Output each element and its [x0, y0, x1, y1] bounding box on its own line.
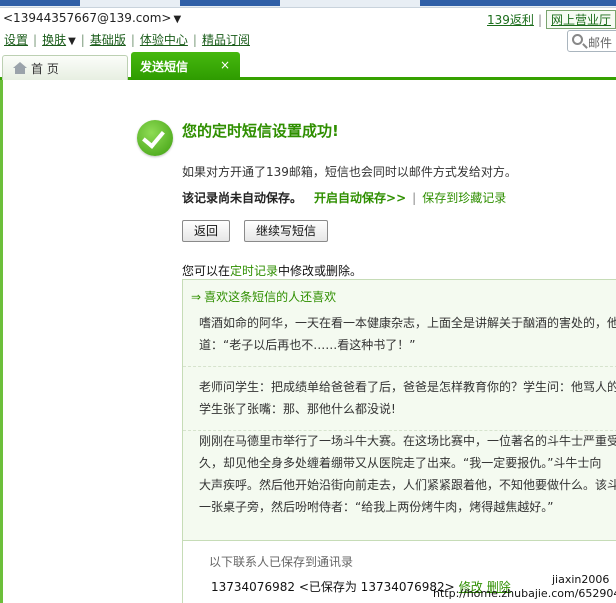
scheduled-records-link[interactable]: 定时记录 [230, 264, 278, 278]
home-icon [13, 62, 27, 74]
continue-writing-button[interactable]: 继续写短信 [244, 220, 328, 242]
caret-down-icon[interactable]: ▼ [68, 36, 76, 47]
link-divider: | [537, 13, 542, 27]
contact-saved-as: <已保存为 13734076982> [298, 580, 455, 594]
tab-home-label: 首 页 [31, 62, 59, 76]
recommended-message[interactable]: 刚刚在马德里市举行了一场斗牛大赛。在这场比赛中，一位著名的斗牛士严重受 久，却见… [199, 430, 616, 518]
top-links: 139返利 | 网上营业厅 [487, 10, 616, 29]
message-line: 道：“老子以后再也不……看这种书了！” [199, 338, 416, 352]
link-divider: | [412, 191, 417, 205]
message-line: 一张桌子旁，然后吩咐侍者：“给我上两份烤牛肉，烤得越焦越好。” [199, 500, 554, 514]
recommended-heading-text: 喜欢这条短信的人还喜欢 [204, 290, 337, 304]
menu-links: 设置 | 换肤 ▼ | 基础版 | 体验中心 | 精品订阅 [4, 31, 250, 48]
search-icon [572, 34, 583, 45]
save-to-favorites-link[interactable]: 保存到珍藏记录 [422, 191, 506, 205]
menu-subscription[interactable]: 精品订阅 [202, 33, 250, 47]
recommended-message[interactable]: 嗜酒如命的阿华，一天在看一本健康杂志，上面全是讲解关于酗酒的害处的，他 道：“老… [199, 312, 616, 356]
not-saved-text: 该记录尚未自动保存。 [182, 191, 303, 205]
tab-send-sms[interactable]: 发送短信 × [131, 52, 240, 80]
main-menu: 设置 | 换肤 ▼ | 基础版 | 体验中心 | 精品订阅 邮件 [0, 30, 616, 52]
mail-search-input[interactable]: 邮件 [567, 30, 616, 52]
menu-divider: | [192, 33, 197, 47]
account-bar: <13944357667@139.com> ▼ 139返利 | 网上营业厅 [0, 10, 616, 29]
success-title: 您的定时短信设置成功! [182, 122, 339, 140]
message-line: 久，却见他全身多处缠着绷带又从医院走了出来。“我一定要报仇。”斗牛士向 [199, 456, 602, 470]
account-switcher[interactable]: <13944357667@139.com> ▼ [3, 11, 181, 25]
message-line: 学生张了张嘴：那、那他什么都没说! [199, 402, 396, 416]
enable-auto-save-link[interactable]: 开启自动保存>> [314, 191, 406, 205]
menu-experience-center[interactable]: 体验中心 [140, 33, 188, 47]
menu-skin[interactable]: 换肤 [42, 33, 66, 47]
message-divider [183, 366, 616, 367]
top-strip-segment [0, 0, 80, 6]
rebate-link[interactable]: 139返利 [487, 13, 534, 27]
saved-contacts-title: 以下联系人已保存到通讯录 [209, 555, 354, 569]
recommended-heading: ⇒ 喜欢这条短信的人还喜欢 [191, 288, 336, 305]
caret-down-icon: ▼ [173, 14, 182, 25]
back-button[interactable]: 返回 [182, 220, 230, 242]
message-line: 嗜酒如命的阿华，一天在看一本健康杂志，上面全是讲解关于酗酒的害处的，他 [199, 316, 616, 330]
edit-hint: 您可以在定时记录中修改或删除。 [182, 262, 362, 279]
edit-hint-after: 中修改或删除。 [278, 264, 363, 278]
message-line: 刚刚在马德里市举行了一场斗牛大赛。在这场比赛中，一位著名的斗牛士严重受 [199, 434, 616, 448]
window-top-strip [0, 0, 616, 8]
menu-settings[interactable]: 设置 [4, 33, 28, 47]
arrow-right-icon: ⇒ [191, 290, 202, 304]
tab-home[interactable]: 首 页 [2, 55, 128, 80]
delivery-notice: 如果对方开通了139邮箱，短信也会同时以邮件方式发给对方。 [182, 165, 517, 179]
top-strip-segment [420, 0, 616, 6]
edit-hint-before: 您可以在 [182, 264, 231, 278]
tab-send-sms-label: 发送短信 [140, 60, 189, 74]
menu-divider: | [130, 33, 135, 47]
recommended-messages-panel: ⇒ 喜欢这条短信的人还喜欢 嗜酒如命的阿华，一天在看一本健康杂志，上面全是讲解关于… [182, 279, 616, 541]
success-check-icon [137, 120, 173, 156]
save-status-row: 该记录尚未自动保存。 开启自动保存>> | 保存到珍藏记录 [182, 189, 506, 206]
contact-number: 13734076982 [211, 580, 295, 594]
watermark-user: jiaxin2006 [552, 573, 610, 586]
account-address: <13944357667@139.com> [3, 11, 172, 25]
menu-divider: | [80, 33, 85, 47]
message-line: 老师问学生：把成绩单给爸爸看了后，爸爸是怎样教育你的？学生问：他骂人的 [199, 380, 616, 394]
menu-divider: | [33, 33, 38, 47]
recommended-message[interactable]: 老师问学生：把成绩单给爸爸看了后，爸爸是怎样教育你的？学生问：他骂人的 学生张了… [199, 376, 616, 420]
message-line: 大声疾呼。然后他开始沿街向前走去，人们紧紧跟着他，不知他要做什么。该斗 [199, 478, 616, 492]
tab-bar: 首 页 发送短信 × [0, 52, 616, 80]
top-strip-segment [180, 0, 280, 6]
watermark-url: http://home.zhubajie.com/6529045/ [433, 587, 616, 600]
content-left-border [0, 80, 3, 603]
menu-basic-version[interactable]: 基础版 [90, 33, 126, 47]
search-placeholder: 邮件 [588, 36, 613, 50]
close-icon[interactable]: × [220, 58, 230, 72]
online-hall-link[interactable]: 网上营业厅 [545, 10, 616, 29]
